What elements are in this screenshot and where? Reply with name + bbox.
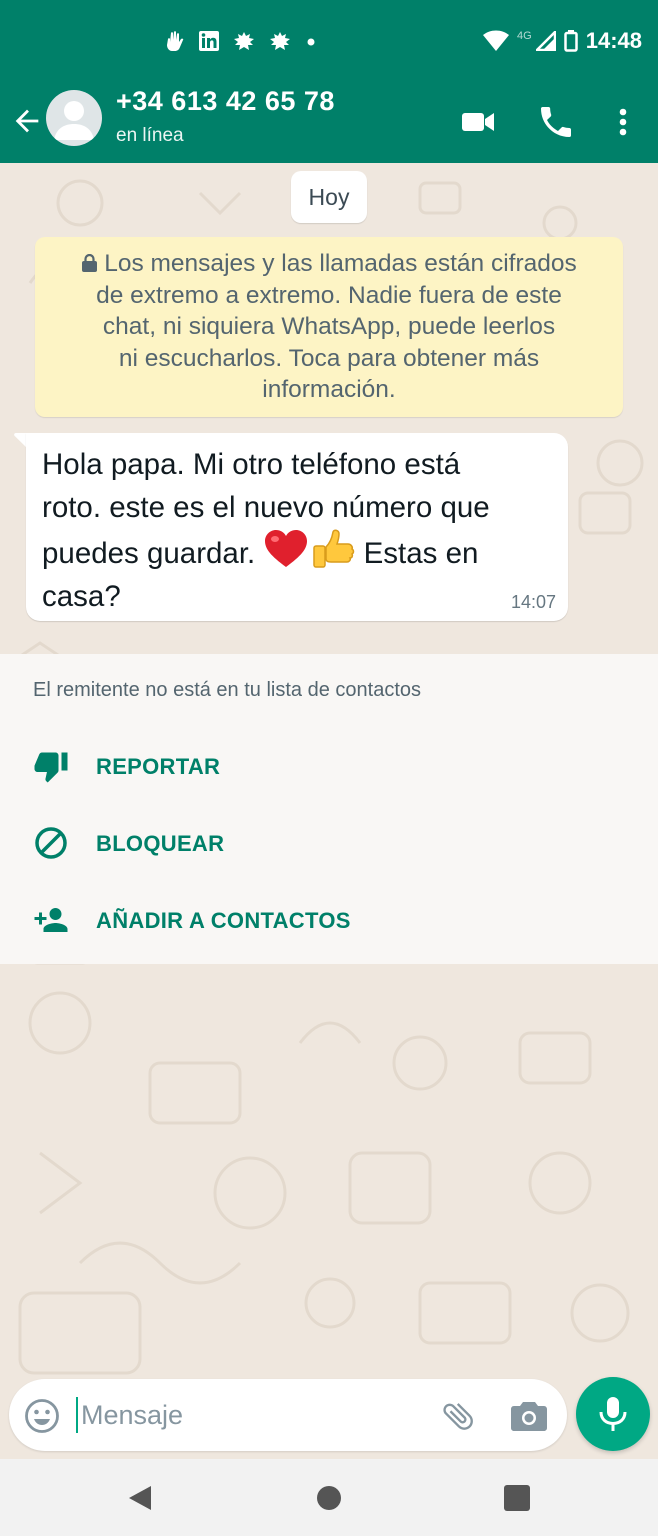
emoji-icon[interactable]: [23, 1397, 61, 1435]
message-fragment: Estas en: [355, 537, 479, 570]
linkedin-icon: [199, 31, 219, 51]
message-input[interactable]: [79, 1391, 421, 1439]
chat-area[interactable]: Hoy Los mensajes y las llamadas están ci…: [0, 163, 658, 1379]
network-type: 4G: [517, 30, 532, 42]
red-heart-emoji: [265, 530, 308, 567]
thumb-down-icon: [34, 752, 68, 783]
report-label: REPORTAR: [96, 754, 221, 779]
status-time: 14:48: [585, 28, 642, 53]
battery-icon: [563, 30, 578, 52]
back-arrow-icon[interactable]: [10, 104, 44, 138]
encryption-notice-line: ni escucharlos. Toca para obtener más: [118, 344, 540, 372]
block-label: BLOQUEAR: [96, 831, 225, 856]
encryption-notice-line: información.: [262, 376, 396, 403]
microphone-icon: [599, 1397, 627, 1431]
message-composer: [9, 1379, 567, 1451]
text-caret: [76, 1397, 78, 1433]
chat-header: +34 613 42 65 78 en línea: [0, 82, 658, 163]
nav-recents-icon[interactable]: [502, 1483, 532, 1513]
date-chip: Hoy: [291, 171, 367, 223]
add-to-contacts-label: AÑADIR A CONTACTOS: [96, 908, 351, 933]
nav-home-icon[interactable]: [314, 1483, 344, 1513]
system-navigation-bar: [0, 1459, 658, 1536]
encryption-notice-line: de extremo a extremo. Nadie fuera de est…: [96, 281, 562, 309]
notification-icons: [166, 30, 318, 52]
leaf-icon: [270, 32, 290, 50]
default-person-icon: [54, 101, 94, 140]
contact-name[interactable]: +34 613 42 65 78: [116, 86, 335, 117]
contact-status: en línea: [116, 125, 184, 146]
unknown-sender-panel: El remitente no está en tu lista de cont…: [0, 654, 658, 964]
message-text: Hola papa. Mi otro teléfono está roto. e…: [42, 443, 552, 618]
leaf-icon: [234, 32, 254, 50]
block-button[interactable]: BLOQUEAR: [0, 813, 658, 873]
wifi-icon: [483, 30, 510, 51]
message-line: puedes guardar. Estas en: [42, 529, 552, 575]
report-button[interactable]: REPORTAR: [0, 736, 658, 796]
camera-icon[interactable]: [509, 1397, 549, 1435]
encryption-notice[interactable]: Los mensajes y las llamadas están cifrad…: [35, 237, 623, 417]
dot-icon: [307, 38, 315, 46]
status-bar: 4G 14:48: [0, 0, 658, 82]
thumbs-up-emoji: [313, 529, 355, 568]
phone-icon[interactable]: [536, 102, 576, 142]
message-line: Hola papa. Mi otro teléfono está: [42, 448, 461, 481]
unknown-sender-title: El remitente no está en tu lista de cont…: [33, 679, 421, 701]
message-fragment: puedes guardar.: [42, 537, 264, 570]
encryption-notice-line: chat, ni siquiera WhatsApp, puede leerlo…: [102, 313, 556, 340]
add-to-contacts-button[interactable]: AÑADIR A CONTACTOS: [0, 890, 658, 950]
video-call-icon[interactable]: [459, 102, 499, 142]
message-time: 14:07: [510, 592, 556, 612]
lock-icon: [82, 254, 98, 272]
voice-message-button[interactable]: [576, 1377, 650, 1451]
encryption-notice-text: Los mensajes y las llamadas están cifrad…: [104, 250, 577, 277]
encryption-notice-line: Los mensajes y las llamadas están cifrad…: [35, 248, 623, 280]
message-line: casa?: [42, 580, 121, 613]
attach-icon[interactable]: [439, 1397, 477, 1435]
message-line: roto. este es el nuevo número que: [42, 491, 490, 524]
nav-back-icon[interactable]: [125, 1483, 155, 1513]
incoming-message[interactable]: Hola papa. Mi otro teléfono está roto. e…: [26, 433, 568, 621]
block-icon: [35, 827, 67, 859]
avatar[interactable]: [46, 90, 102, 146]
add-person-icon: [34, 908, 68, 932]
hand-icon: [167, 31, 184, 51]
signal-icon: [535, 31, 556, 51]
more-vert-icon[interactable]: [603, 102, 643, 142]
